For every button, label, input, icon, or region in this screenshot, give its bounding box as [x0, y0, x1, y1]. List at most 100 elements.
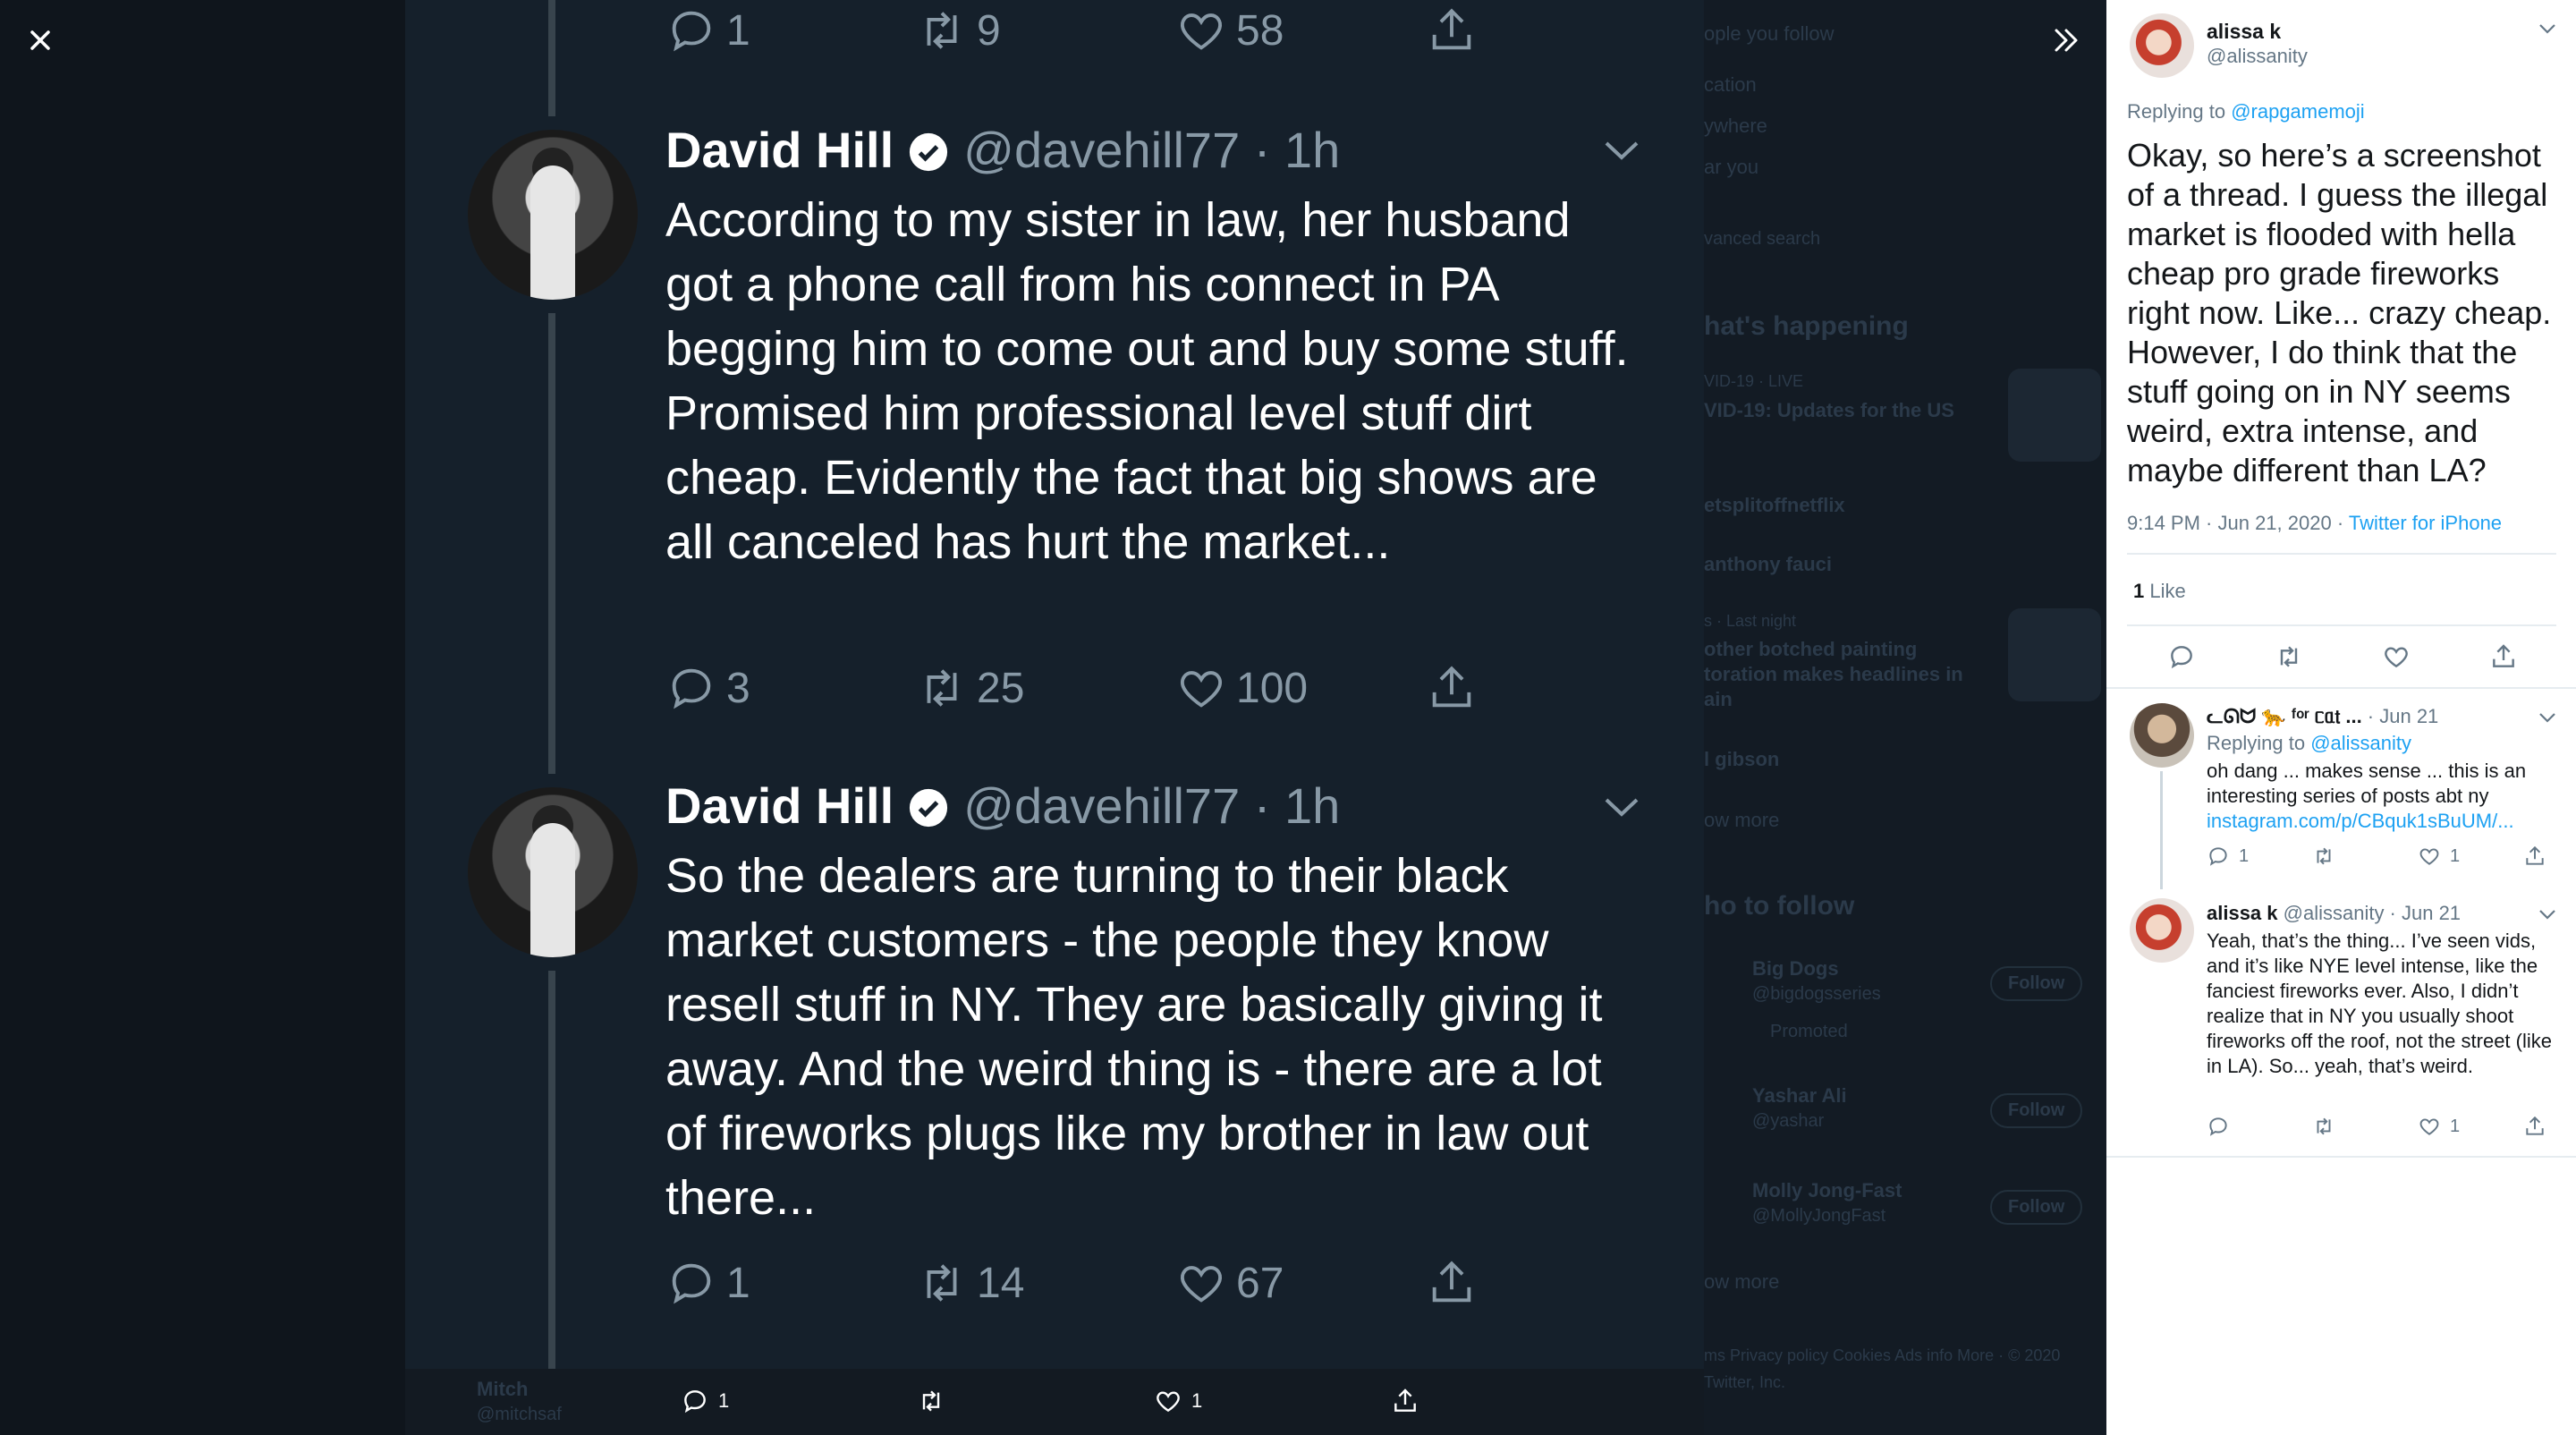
like-button[interactable]: 1: [2418, 845, 2460, 868]
like-button[interactable]: 1: [2418, 1115, 2460, 1138]
likes-stat[interactable]: 1 Like: [2133, 580, 2186, 603]
close-icon: [30, 30, 50, 50]
bg-follow-button: Follow: [1990, 966, 2083, 1001]
share-button[interactable]: [1391, 1387, 1419, 1415]
reply-button[interactable]: 1: [2207, 845, 2249, 868]
divider: [2127, 624, 2556, 626]
replying-to-link[interactable]: @rapgamemoji: [2231, 100, 2365, 123]
divider: [2106, 687, 2576, 689]
bg-trend-image: [2008, 369, 2101, 462]
retweet-count: 25: [977, 664, 1025, 712]
retweet-button[interactable]: [2312, 1115, 2335, 1138]
heart-icon: [2385, 647, 2408, 668]
chevron-down-icon: [1605, 798, 1639, 817]
author-name[interactable]: alissa k: [2207, 902, 2278, 924]
reply-count: 1: [2239, 845, 2250, 866]
like-count: 100: [1236, 664, 1309, 712]
like-action: 58: [1175, 4, 1284, 56]
like-button[interactable]: [2382, 642, 2411, 671]
chevron-down-icon[interactable]: [2536, 709, 2559, 726]
reply-date[interactable]: · Jun 21: [2362, 705, 2439, 727]
bg-suggestion-handle: @MollyJongFast: [1752, 1206, 1886, 1226]
bg-show-more: ow more: [1704, 809, 1780, 831]
author-handle[interactable]: @alissanity · Jun 21: [2278, 902, 2461, 924]
bg-user-name: Mitch: [477, 1378, 529, 1400]
share-action: [1426, 1257, 1478, 1309]
bg-advanced-search: vanced search: [1704, 229, 1821, 249]
share-icon: [1432, 666, 1471, 708]
chevron-down-icon[interactable]: [2536, 905, 2559, 923]
bg-suggestion-handle: @bigdogsseries: [1752, 984, 1881, 1004]
replying-prefix: Replying to: [2127, 100, 2232, 123]
author-handle[interactable]: @alissanity: [2207, 45, 2308, 68]
likes-label: Like: [2144, 580, 2186, 602]
reply-button[interactable]: 1: [681, 1387, 729, 1415]
like-count: 1: [1191, 1389, 1203, 1412]
heart-icon: [1157, 1391, 1180, 1413]
bg-suggestion-handle: @yashar: [1752, 1111, 1825, 1131]
share-button[interactable]: [2489, 642, 2518, 671]
avatar[interactable]: [2130, 13, 2194, 78]
retweet-button[interactable]: [2275, 642, 2303, 671]
likes-count: 1: [2133, 580, 2145, 602]
bg-who-to-follow: ho to follow: [1704, 891, 1855, 921]
share-icon: [1432, 8, 1471, 50]
reply-icon: [2209, 847, 2227, 866]
reply-icon: [672, 1263, 711, 1304]
reply-header: alissa k @alissanity · Jun 21: [2207, 902, 2461, 925]
replying-to: Replying to @rapgamemoji: [2127, 100, 2365, 123]
tweet-actions: 1 9 58: [665, 4, 1667, 58]
share-button[interactable]: [2523, 845, 2546, 868]
reply-icon: [2209, 1117, 2227, 1136]
avatar: [468, 130, 638, 300]
bg-user-handle: @mitchsaf: [477, 1405, 562, 1424]
heart-icon: [2419, 1118, 2439, 1135]
author-name[interactable]: alissa k: [2207, 20, 2281, 44]
timestamp[interactable]: 9:14 PM · Jun 21, 2020 ·: [2127, 512, 2349, 534]
chevron-down-icon[interactable]: [2536, 20, 2559, 38]
close-button[interactable]: [18, 18, 63, 63]
reply-link[interactable]: instagram.com/p/CBquk1sBuUM/...: [2207, 810, 2514, 832]
avatar[interactable]: [2130, 703, 2194, 768]
thread-line: [548, 0, 555, 116]
retweet-icon: [927, 1264, 957, 1302]
bg-suggestion-note: Promoted: [1770, 1022, 1848, 1041]
retweet-icon: [922, 1390, 940, 1412]
share-icon: [1394, 1388, 1416, 1412]
tweet-text: Okay, so here’s a screenshot of a thread…: [2127, 137, 2552, 488]
bg-trend: other botched painting toration makes he…: [1704, 638, 1963, 710]
reply-header: ᓚᘏᗢ 🐆 ᶠᵒʳ ᥴᥲ𝗍 ... · Jun 21: [2207, 705, 2438, 728]
reply-count: 1: [726, 1259, 750, 1307]
bg-suggestion-name: Big Dogs: [1752, 957, 1839, 980]
reply-count: 1: [718, 1389, 730, 1412]
tweet-source-link[interactable]: Twitter for iPhone: [2349, 512, 2502, 534]
tweet-text: So the dealers are turning to their blac…: [665, 849, 1603, 1225]
reply-button[interactable]: [2167, 642, 2196, 671]
retweet-button[interactable]: [917, 1387, 945, 1415]
author-name[interactable]: ᓚᘏᗢ 🐆 ᶠᵒʳ ᥴᥲ𝗍 ...: [2207, 705, 2362, 727]
retweet-icon: [2280, 646, 2298, 667]
avatar[interactable]: [2130, 898, 2194, 963]
author-name: David Hill: [665, 122, 894, 178]
replying-to-link[interactable]: @alissanity: [2310, 732, 2411, 754]
heart-icon: [1181, 1266, 1222, 1303]
tweet-detail-panel: alissa k @alissanity Replying to @rapgam…: [2106, 0, 2576, 1435]
background-sidebar: ople you follow cation ywhere ar you van…: [1704, 0, 2106, 1435]
thread-line: [548, 971, 555, 1369]
collapse-panel-button[interactable]: [2044, 18, 2089, 63]
like-count: 67: [1236, 1259, 1284, 1307]
verified-badge-icon: [910, 132, 948, 172]
like-button[interactable]: 1: [1154, 1387, 1202, 1415]
reply-icon: [684, 1390, 706, 1414]
bg-trend: anthony fauci: [1704, 553, 1833, 575]
retweet-button[interactable]: [2312, 845, 2335, 868]
bg-filter-2: cation: [1704, 73, 1757, 96]
reply-action: 3: [665, 662, 750, 714]
media-viewer-actions: Mitch @mitchsaf 1 1: [405, 1369, 1704, 1435]
reply-button[interactable]: [2207, 1115, 2239, 1138]
like-count: 58: [1236, 6, 1284, 55]
share-icon: [2526, 845, 2544, 865]
like-action: 67: [1175, 1257, 1284, 1309]
share-button[interactable]: [2523, 1115, 2546, 1138]
tweet-actions: 3 25 100: [665, 662, 1667, 716]
